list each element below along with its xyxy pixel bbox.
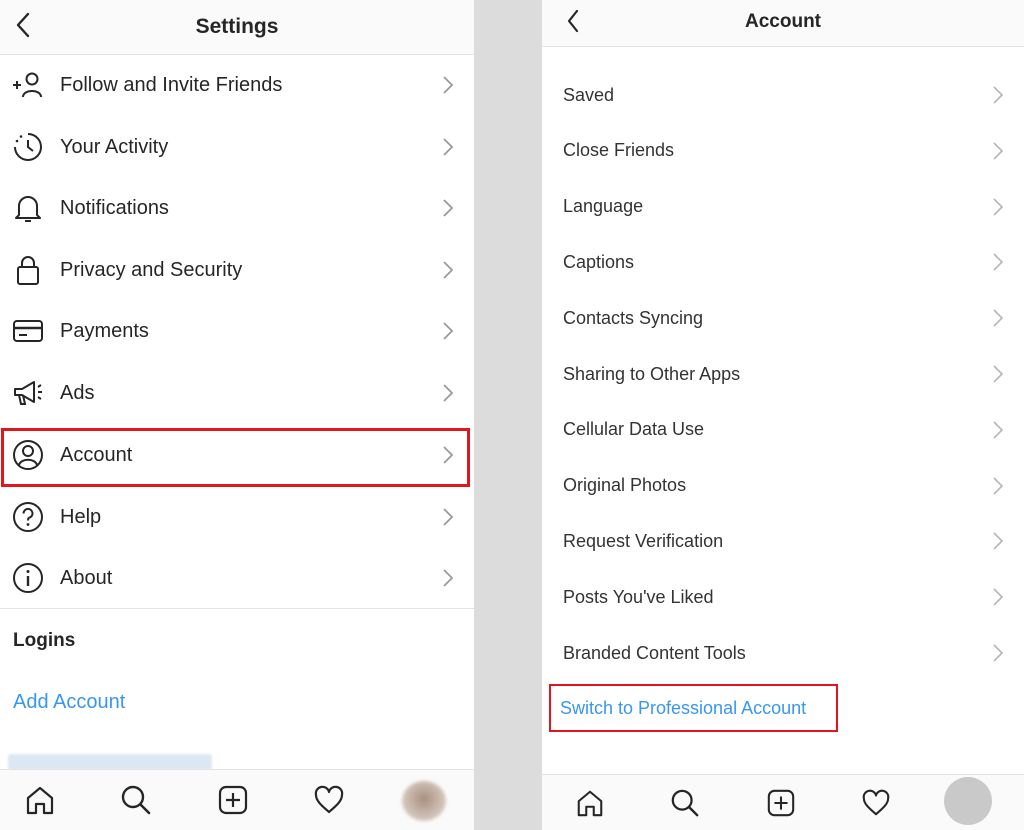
settings-item-label: Help <box>60 505 102 528</box>
account-item[interactable]: Saved <box>542 76 1024 114</box>
chevron-right-icon <box>443 199 454 217</box>
account-item[interactable]: Request Verification <box>542 522 1024 560</box>
chevron-right-icon <box>993 365 1004 383</box>
new-post-tab[interactable] <box>763 785 799 821</box>
chevron-right-icon <box>993 421 1004 439</box>
profile-avatar[interactable] <box>944 777 992 825</box>
settings-item-notifications[interactable]: Notifications <box>0 185 474 231</box>
chevron-right-icon <box>443 569 454 587</box>
chevron-right-icon <box>443 384 454 402</box>
settings-item-label: Payments <box>60 319 149 342</box>
account-item-label: Language <box>563 196 644 217</box>
account-item-label: Cellular Data Use <box>563 419 705 440</box>
page-title: Settings <box>195 15 279 38</box>
chevron-right-icon <box>993 142 1004 160</box>
account-item-label: Captions <box>563 251 635 272</box>
panel-gap <box>474 0 542 830</box>
bottom-tab-bar <box>542 774 1024 830</box>
settings-item-label: Notifications <box>60 196 169 219</box>
settings-item-label: Follow and Invite Friends <box>60 73 283 96</box>
home-tab[interactable] <box>572 785 608 821</box>
chevron-right-icon <box>993 477 1004 495</box>
activity-clock-icon <box>12 131 44 163</box>
heart-icon <box>314 785 344 814</box>
lock-icon <box>12 254 44 286</box>
account-item-label: Contacts Syncing <box>563 307 704 328</box>
activity-tab[interactable] <box>311 782 347 818</box>
search-tab[interactable] <box>667 785 703 821</box>
settings-item-about[interactable]: About <box>0 555 474 601</box>
search-icon <box>671 789 699 817</box>
home-icon <box>26 786 54 815</box>
account-item[interactable]: Contacts Syncing <box>542 299 1024 337</box>
settings-item-label: About <box>60 566 113 589</box>
search-tab[interactable] <box>118 782 154 818</box>
account-item[interactable]: Original Photos <box>542 467 1024 505</box>
profile-avatar[interactable] <box>402 781 446 821</box>
account-item[interactable]: Sharing to Other Apps <box>542 355 1024 393</box>
account-item[interactable]: Close Friends <box>542 132 1024 170</box>
settings-item-ads[interactable]: Ads <box>0 370 474 416</box>
logins-section-title: Logins <box>13 630 76 651</box>
new-post-icon <box>218 785 248 815</box>
account-highlight-box <box>1 428 470 487</box>
settings-item-payments[interactable]: Payments <box>0 308 474 354</box>
settings-item-privacy-security[interactable]: Privacy and Security <box>0 247 474 293</box>
heart-icon <box>862 789 890 816</box>
bell-icon <box>12 192 44 224</box>
credit-card-icon <box>12 315 44 347</box>
settings-item-follow-invite[interactable]: Follow and Invite Friends <box>0 62 474 108</box>
chevron-right-icon <box>443 322 454 340</box>
account-item[interactable]: Language <box>542 188 1024 226</box>
chevron-right-icon <box>993 588 1004 606</box>
account-item[interactable]: Cellular Data Use <box>542 411 1024 449</box>
add-account-link[interactable]: Add Account <box>13 691 125 714</box>
section-divider <box>0 608 474 609</box>
chevron-right-icon <box>993 532 1004 550</box>
home-icon <box>577 790 603 817</box>
settings-item-label: Your Activity <box>60 135 169 158</box>
settings-item-label: Privacy and Security <box>60 258 243 281</box>
search-icon <box>121 785 151 815</box>
chevron-right-icon <box>993 309 1004 327</box>
account-item-label: Branded Content Tools <box>563 642 746 663</box>
account-item-label: Request Verification <box>563 530 724 551</box>
activity-tab[interactable] <box>858 785 894 821</box>
new-post-icon <box>767 789 795 817</box>
account-item-label: Close Friends <box>563 140 675 161</box>
settings-item-label: Ads <box>60 381 95 404</box>
account-item[interactable]: Captions <box>542 243 1024 281</box>
new-post-tab[interactable] <box>215 782 251 818</box>
blurred-text <box>8 754 212 770</box>
chevron-right-icon <box>443 138 454 156</box>
settings-screen: Settings Follow and Invite Friends Your … <box>0 0 474 830</box>
account-header: Account <box>542 0 1024 47</box>
account-item-label: Sharing to Other Apps <box>563 363 741 384</box>
settings-item-your-activity[interactable]: Your Activity <box>0 124 474 170</box>
switch-to-professional-link[interactable]: Switch to Professional Account <box>560 698 806 719</box>
account-item-label: Posts You've Liked <box>563 586 714 607</box>
add-person-icon <box>12 69 44 101</box>
chevron-right-icon <box>993 198 1004 216</box>
home-tab[interactable] <box>22 782 58 818</box>
account-item-label: Original Photos <box>563 475 687 496</box>
chevron-right-icon <box>993 253 1004 271</box>
account-item[interactable]: Posts You've Liked <box>542 578 1024 616</box>
info-circle-icon <box>12 562 44 594</box>
account-screen: Account Saved Close Friends Language Captio… <box>542 0 1024 830</box>
megaphone-icon <box>12 377 44 409</box>
page-title: Account <box>745 11 821 32</box>
chevron-right-icon <box>443 261 454 279</box>
chevron-right-icon <box>443 76 454 94</box>
chevron-right-icon <box>993 86 1004 104</box>
chevron-right-icon <box>993 644 1004 662</box>
chevron-right-icon <box>443 508 454 526</box>
settings-header: Settings <box>0 0 474 55</box>
account-item[interactable]: Branded Content Tools <box>542 634 1024 672</box>
settings-item-help[interactable]: Help <box>0 494 474 540</box>
account-item-label: Saved <box>563 84 615 105</box>
bottom-tab-bar <box>0 769 474 830</box>
help-circle-icon <box>12 501 44 533</box>
